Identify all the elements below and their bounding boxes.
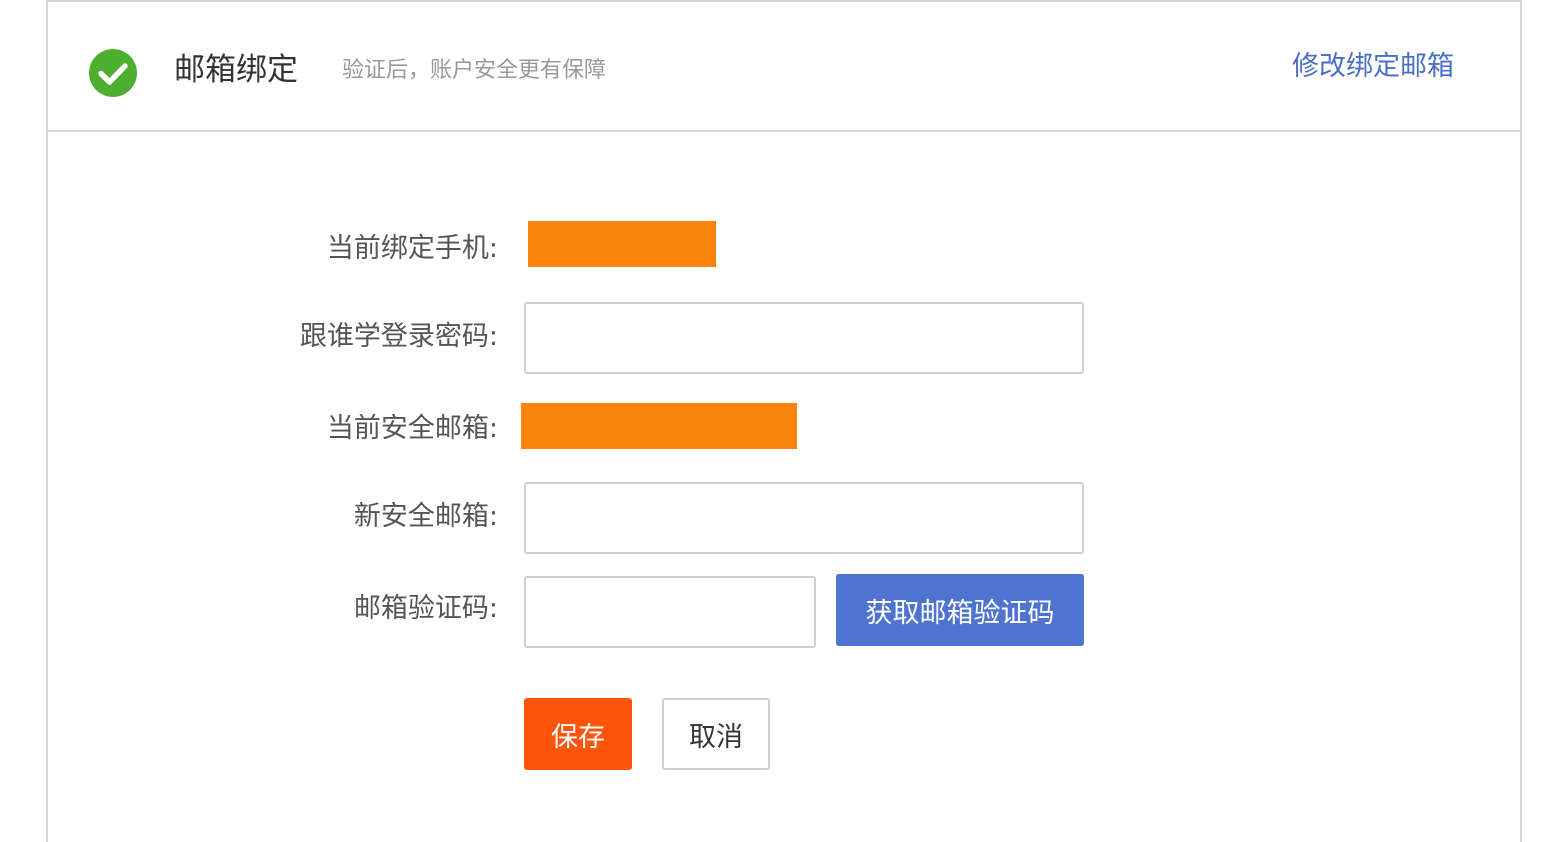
redacted-phone-value [528,221,716,267]
page-title: 邮箱绑定 [174,52,298,88]
email-code-label: 邮箱验证码: [353,593,498,624]
current-phone-label: 当前绑定手机: [326,233,498,264]
panel-header: 邮箱绑定 验证后，账户安全更有保障 修改绑定邮箱 [48,2,1520,132]
new-email-input[interactable] [524,482,1084,554]
page-subtitle: 验证后，账户安全更有保障 [342,58,607,83]
save-button[interactable]: 保存 [524,698,632,770]
get-email-code-button[interactable]: 获取邮箱验证码 [836,574,1084,646]
modify-email-link[interactable]: 修改绑定邮箱 [1292,48,1454,86]
new-email-label: 新安全邮箱: [353,501,498,532]
password-label: 跟谁学登录密码: [299,321,498,352]
password-input[interactable] [524,302,1084,374]
redacted-email-value [521,403,797,449]
email-binding-panel: 邮箱绑定 验证后，账户安全更有保障 修改绑定邮箱 当前绑定手机: 跟谁学登录密码… [46,0,1522,842]
current-email-label: 当前安全邮箱: [326,413,498,444]
cancel-button[interactable]: 取消 [662,698,770,770]
check-circle-icon [88,48,138,98]
email-code-input[interactable] [524,576,816,648]
